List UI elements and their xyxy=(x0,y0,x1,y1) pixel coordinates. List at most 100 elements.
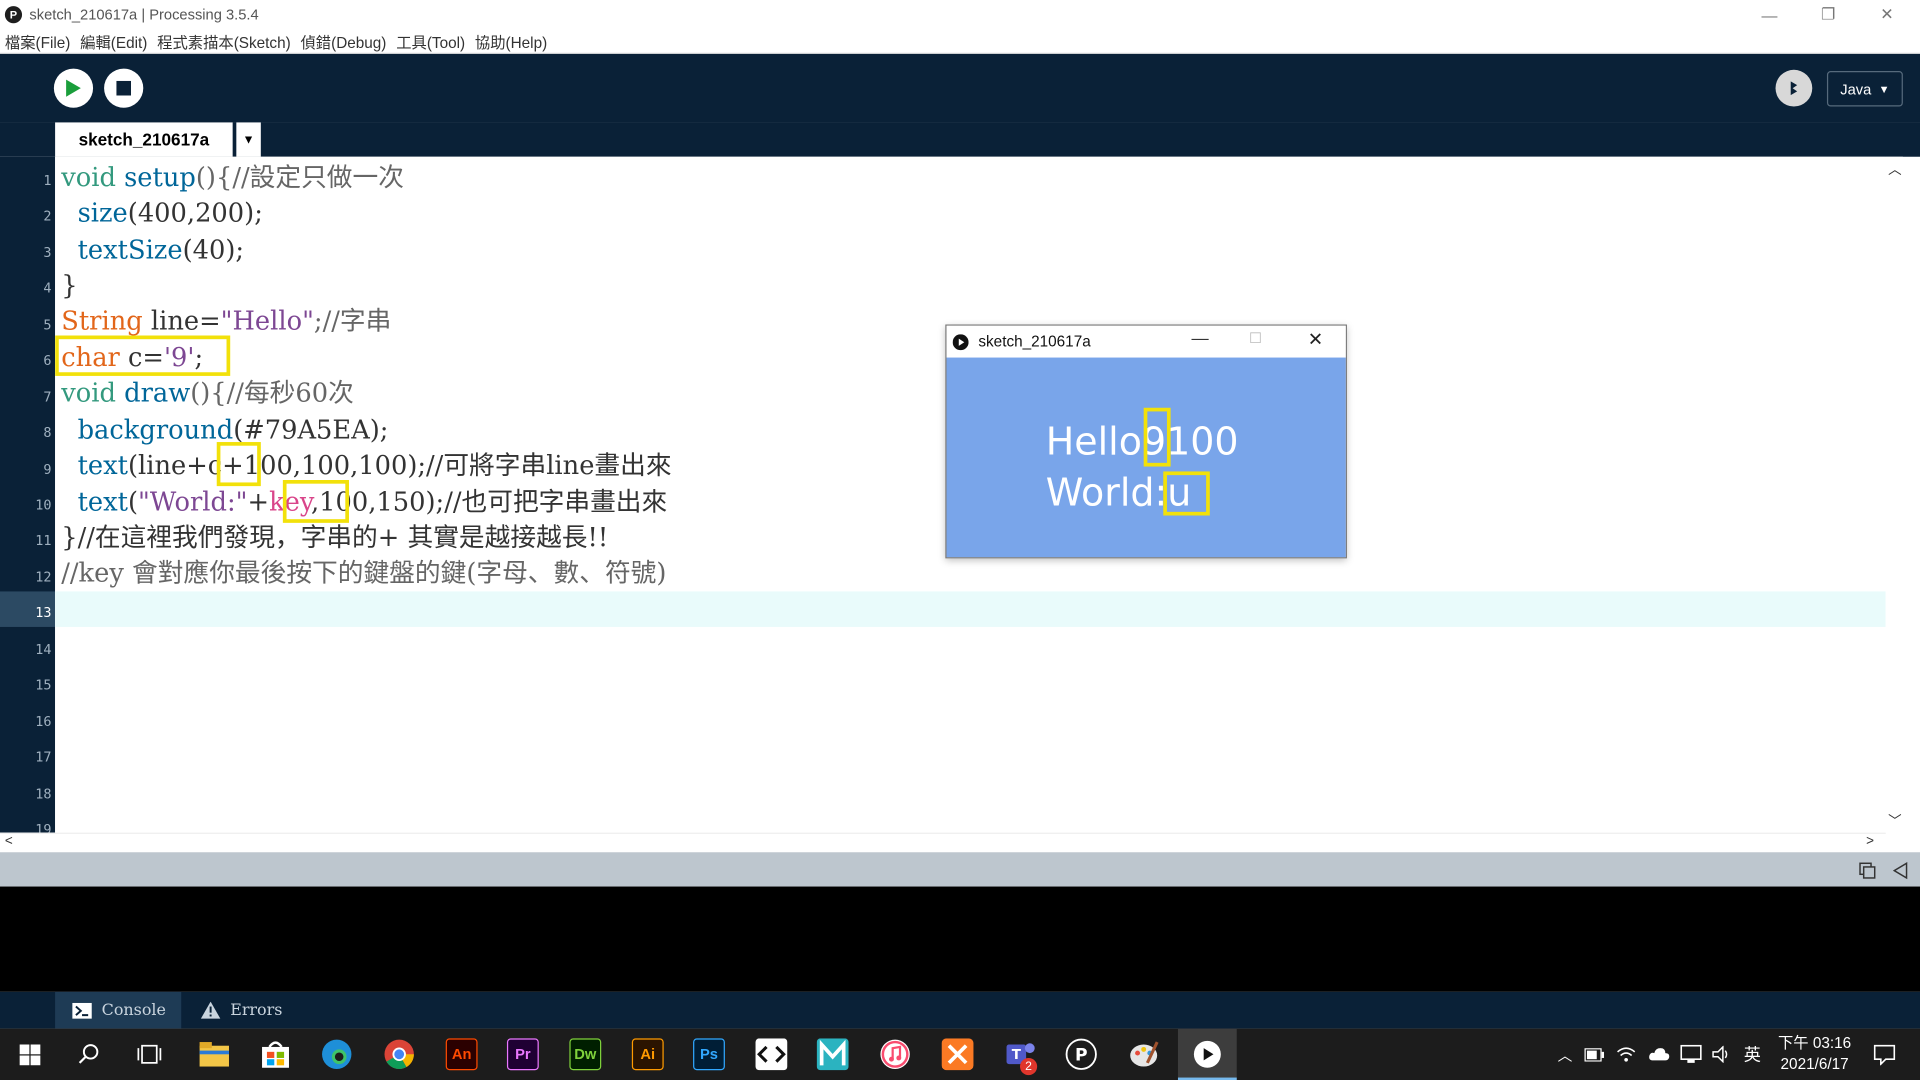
canvas-text-line1: Hello9100 xyxy=(1045,420,1239,465)
edge-icon[interactable] xyxy=(321,1038,353,1070)
warning-icon xyxy=(200,1001,221,1019)
maya-icon[interactable] xyxy=(816,1038,849,1071)
input-language-indicator[interactable]: 英 xyxy=(1744,1042,1761,1066)
code-line-1: void setup(){//設定只做一次 xyxy=(61,162,404,193)
line-number: 16 xyxy=(35,713,52,730)
windows-taskbar: An Pr Dw Ai Ps T 2 P ︿ 英 下午 03:16 2021/6… xyxy=(0,1028,1920,1080)
line-number: 9 xyxy=(43,461,52,478)
line-number: 7 xyxy=(43,389,52,406)
highlight-box-plus-key xyxy=(282,480,349,523)
line-number-gutter: 1 2 3 4 5 6 7 8 9 10 11 12 13 14 15 16 1… xyxy=(0,156,56,833)
code-line-10: text("World:"+key,100,150);//也可把字串畫出來 xyxy=(77,487,668,517)
scroll-down-icon[interactable]: ﹀ xyxy=(1888,811,1901,831)
code-line-12: //key 會對應你最後按下的鍵盤的鍵(字母、數、符號) xyxy=(61,558,667,588)
highlight-box-key-u xyxy=(1163,471,1210,516)
search-icon[interactable] xyxy=(78,1043,100,1065)
line-number: 3 xyxy=(43,244,52,261)
close-button[interactable]: ✕ xyxy=(1859,0,1915,29)
clock-time: 下午 03:16 xyxy=(1777,1034,1852,1052)
line-number: 12 xyxy=(35,569,52,586)
volume-icon[interactable] xyxy=(1712,1045,1732,1063)
chevron-down-icon: ▼ xyxy=(1878,82,1890,95)
menu-file[interactable]: 檔案(File) xyxy=(5,29,70,52)
dreamweaver-icon[interactable]: Dw xyxy=(569,1038,602,1071)
paint-icon[interactable] xyxy=(1128,1038,1160,1070)
notification-center-icon[interactable] xyxy=(1873,1044,1895,1065)
animate-icon[interactable]: An xyxy=(445,1038,478,1071)
windows-start-icon[interactable] xyxy=(19,1044,41,1066)
premiere-icon[interactable]: Pr xyxy=(506,1038,539,1071)
menu-edit[interactable]: 編輯(Edit) xyxy=(80,29,147,52)
sketch-minimize-button[interactable]: — xyxy=(1191,328,1208,348)
minimize-button[interactable]: — xyxy=(1741,0,1797,29)
menu-debug[interactable]: 偵錯(Debug) xyxy=(300,29,386,52)
code-line-11: }//在這裡我們發現，字串的+ 其實是越接越長!! xyxy=(61,522,609,553)
chevron-up-icon[interactable]: ︿ xyxy=(1558,1044,1573,1065)
sketch-maximize-button[interactable]: ☐ xyxy=(1249,329,1262,346)
teams-notification-badge: 2 xyxy=(1020,1057,1038,1076)
line-number: 15 xyxy=(35,677,52,694)
processing-play-icon xyxy=(952,333,969,350)
window-titlebar: P sketch_210617a | Processing 3.5.4 — ❐ … xyxy=(0,0,1920,30)
chrome-icon[interactable] xyxy=(383,1038,415,1070)
stop-icon xyxy=(116,80,132,96)
wifi-icon[interactable] xyxy=(1616,1046,1636,1063)
sketch-window-titlebar: sketch_210617a — ☐ ✕ xyxy=(946,325,1346,358)
line-number: 5 xyxy=(43,317,52,334)
tab-errors[interactable]: Errors xyxy=(184,992,300,1029)
console-tab-label: Console xyxy=(101,1001,166,1020)
scroll-up-icon[interactable]: ︿ xyxy=(1888,159,1901,179)
tab-sketch[interactable]: sketch_210617a xyxy=(55,122,233,157)
svg-text:T: T xyxy=(1012,1048,1022,1063)
tab-menu-arrow[interactable]: ▼ xyxy=(236,122,261,157)
menu-sketch[interactable]: 程式素描本(Sketch) xyxy=(157,29,291,52)
code-line-9: text(line+c+100,100,100);//可將字串line畫出來 xyxy=(77,450,672,481)
sketch-output-window[interactable]: sketch_210617a — ☐ ✕ Hello9100 World:u xyxy=(945,324,1347,559)
line-number: 17 xyxy=(35,749,52,766)
tab-row: sketch_210617a ▼ xyxy=(0,122,1920,157)
photoshop-icon[interactable]: Ps xyxy=(693,1038,725,1071)
battery-icon[interactable] xyxy=(1584,1047,1605,1062)
itunes-icon[interactable] xyxy=(879,1038,911,1070)
line-number: 1 xyxy=(43,172,52,189)
code-line-7: void draw(){//每秒60次 xyxy=(61,378,354,408)
scroll-right-icon[interactable]: > xyxy=(1866,834,1874,849)
vertical-scrollbar[interactable]: ︿ ﹀ xyxy=(1885,156,1903,833)
system-tray: ︿ 英 下午 03:16 2021/6/17 xyxy=(1558,1029,1896,1080)
menu-help[interactable]: 協助(Help) xyxy=(475,29,547,52)
menu-tool[interactable]: 工具(Tool) xyxy=(396,29,465,52)
line-number: 10 xyxy=(35,497,52,514)
collapse-console-icon[interactable] xyxy=(1893,862,1908,880)
debugger-mode-icon[interactable]: ꔪ xyxy=(1775,69,1813,107)
sketch-close-button[interactable]: ✕ xyxy=(1308,328,1323,350)
console-output[interactable] xyxy=(0,886,1920,992)
errors-tab-label: Errors xyxy=(230,1001,283,1020)
store-icon[interactable] xyxy=(260,1038,292,1070)
illustrator-icon[interactable]: Ai xyxy=(631,1038,664,1071)
xampp-icon[interactable] xyxy=(941,1038,974,1071)
restore-button[interactable]: ❐ xyxy=(1800,0,1856,29)
toolbar: ꔪ Java ▼ xyxy=(0,53,1920,123)
processing-taskbar-icon[interactable]: P xyxy=(1065,1038,1097,1070)
network-icon[interactable] xyxy=(1680,1044,1702,1064)
scroll-left-icon[interactable]: < xyxy=(5,834,13,849)
window-title: sketch_210617a | Processing 3.5.4 xyxy=(29,6,259,24)
sketch-window-title: sketch_210617a xyxy=(978,333,1091,351)
code-line-2: size(400,200); xyxy=(77,198,263,228)
sketch-canvas[interactable]: Hello9100 World:u xyxy=(946,357,1346,558)
highlight-box-char-9 xyxy=(1143,407,1171,467)
line-number: 14 xyxy=(35,641,52,658)
horizontal-scrollbar[interactable]: < > xyxy=(0,832,1886,853)
onedrive-cloud-icon[interactable] xyxy=(1648,1047,1670,1062)
file-explorer-icon[interactable] xyxy=(198,1038,230,1070)
mode-selector[interactable]: Java ▼ xyxy=(1826,71,1903,107)
taskbar-active-app[interactable] xyxy=(1177,1028,1237,1080)
clock[interactable]: 下午 03:16 2021/6/17 xyxy=(1778,1033,1851,1075)
copy-icon[interactable] xyxy=(1859,862,1876,879)
tab-console[interactable]: Console xyxy=(55,991,182,1029)
code-app-icon[interactable] xyxy=(755,1038,788,1071)
stop-button[interactable] xyxy=(104,68,144,108)
line-number: 11 xyxy=(35,532,52,549)
task-view-icon[interactable] xyxy=(137,1043,162,1065)
run-button[interactable] xyxy=(53,68,94,108)
